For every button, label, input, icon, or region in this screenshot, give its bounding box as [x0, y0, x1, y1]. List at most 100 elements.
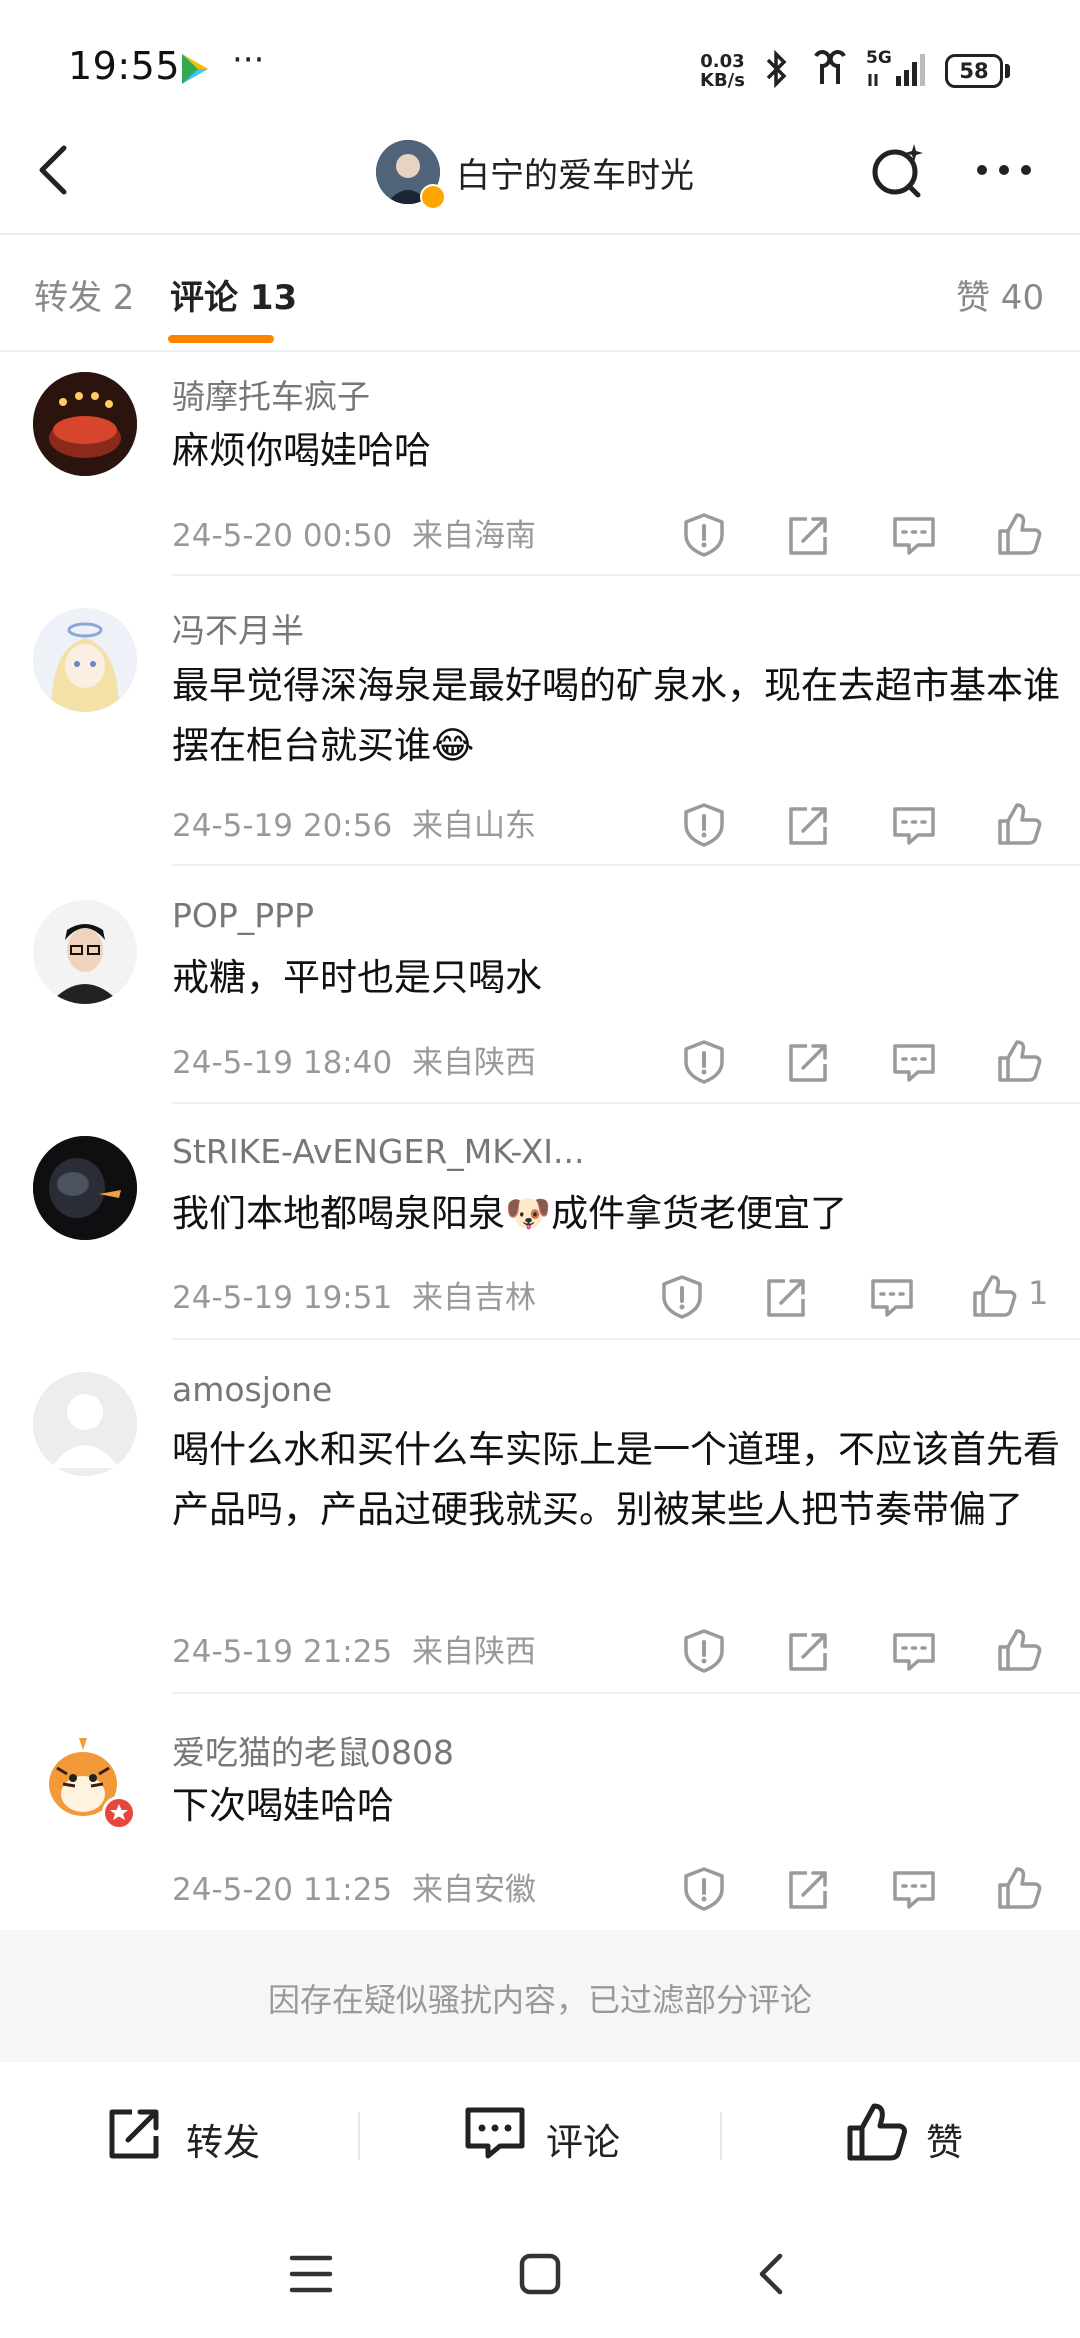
reply-icon[interactable]	[890, 801, 938, 849]
share-icon[interactable]	[785, 1038, 833, 1086]
toolbar-divider	[720, 2112, 722, 2160]
notification-more: ···	[232, 40, 265, 80]
report-icon[interactable]	[680, 801, 728, 849]
commenter-name[interactable]: amosjone	[172, 1370, 332, 1409]
commenter-name[interactable]: 爱吃猫的老鼠0808	[172, 1726, 454, 1774]
comment-date: 24-5-19 18:40	[172, 1045, 393, 1081]
like-icon[interactable]	[995, 1038, 1043, 1086]
commenter-name[interactable]: POP_PPP	[172, 896, 314, 935]
share-icon[interactable]	[785, 801, 833, 849]
status-time: 19:55	[68, 44, 181, 88]
comment-location: 来自海南	[412, 518, 537, 554]
comment-date: 24-5-19 19:51	[172, 1280, 393, 1316]
back-nav-icon[interactable]	[752, 2250, 792, 2298]
verified-badge-icon	[420, 184, 446, 210]
member-badge-icon	[102, 1796, 136, 1830]
like-label: 赞	[926, 2121, 963, 2164]
back-icon[interactable]	[30, 140, 80, 200]
net-speed: 0.03 KB/s	[700, 52, 745, 90]
tab-repost[interactable]: 转发 2	[34, 270, 134, 319]
comment-date: 24-5-20 11:25	[172, 1872, 393, 1908]
repost-icon	[109, 2109, 159, 2159]
comment-icon	[465, 2107, 525, 2159]
commenter-avatar[interactable]	[33, 608, 137, 712]
status-bar: 19:55 ··· 0.03 KB/s 5G 58	[0, 0, 1080, 130]
report-icon[interactable]	[680, 1038, 728, 1086]
comment-text: 喝什么水和买什么车实际上是一个道理，不应该首先看产品吗，产品过硬我就买。别被某些…	[172, 1428, 1060, 1531]
comment-meta: 24-5-20 00:50 来自海南	[172, 510, 536, 555]
comment-date: 24-5-19 20:56	[172, 808, 393, 844]
battery-icon: 58	[945, 54, 1003, 88]
report-icon[interactable]	[680, 1865, 728, 1913]
comment-button[interactable]: 评论	[462, 2100, 642, 2170]
play-store-icon	[180, 52, 210, 86]
comment-text: 我们本地都喝泉阳泉🐶成件拿货老便宜了	[172, 1192, 848, 1235]
tab-likes[interactable]: 赞 40	[956, 270, 1044, 319]
like-count: 1	[1028, 1274, 1049, 1312]
comment-divider	[172, 1338, 1080, 1340]
reply-icon[interactable]	[890, 1865, 938, 1913]
tabs-divider	[0, 350, 1080, 352]
comment-divider	[172, 574, 1080, 576]
home-icon[interactable]	[518, 2252, 562, 2296]
comment-text: 最早觉得深海泉是最好喝的矿泉水，现在去超市基本谁摆在柜台就买谁😂	[172, 664, 1060, 767]
comment-location: 来自安徽	[412, 1872, 537, 1908]
comment-text: 戒糖，平时也是只喝水	[172, 956, 542, 999]
comment-meta: 24-5-19 20:56 来自山东	[172, 800, 536, 845]
reply-icon[interactable]	[890, 1627, 938, 1675]
like-icon[interactable]	[995, 1865, 1043, 1913]
comment-date: 24-5-19 21:25	[172, 1634, 393, 1670]
commenter-name[interactable]: 骑摩托车疯子	[172, 370, 370, 418]
like-icon	[847, 2103, 907, 2161]
share-icon[interactable]	[785, 1627, 833, 1675]
like-icon[interactable]	[970, 1273, 1018, 1321]
more-icon[interactable]	[972, 150, 1036, 190]
page-title: 白宁的爱车时光	[456, 156, 694, 196]
share-icon[interactable]	[763, 1273, 811, 1321]
report-icon[interactable]	[680, 511, 728, 559]
comment-location: 来自山东	[412, 808, 537, 844]
comment-location: 来自陕西	[412, 1634, 537, 1670]
comment-location: 来自陕西	[412, 1045, 537, 1081]
share-icon[interactable]	[785, 511, 833, 559]
reply-icon[interactable]	[868, 1273, 916, 1321]
reply-icon[interactable]	[890, 511, 938, 559]
commenter-name[interactable]: StRIKE-AvENGER_MK-XI...	[172, 1132, 585, 1171]
comment-meta: 24-5-19 21:25 来自陕西	[172, 1626, 536, 1671]
tab-indicator	[168, 335, 274, 343]
filter-note: 因存在疑似骚扰内容，已过滤部分评论	[267, 1981, 812, 2019]
commenter-avatar[interactable]	[33, 1136, 137, 1240]
comment-text: 麻烦你喝娃哈哈	[172, 429, 431, 472]
comment-divider	[172, 1102, 1080, 1104]
like-icon[interactable]	[995, 801, 1043, 849]
repost-label: 转发	[186, 2121, 260, 2164]
report-icon[interactable]	[658, 1273, 706, 1321]
report-icon[interactable]	[680, 1627, 728, 1675]
commenter-avatar[interactable]	[33, 1372, 137, 1476]
reply-icon[interactable]	[890, 1038, 938, 1086]
signal-label: 5G	[866, 48, 892, 68]
header-divider	[0, 233, 1080, 235]
battery-tip	[1005, 64, 1010, 78]
menu-icon[interactable]	[288, 2252, 334, 2296]
like-icon[interactable]	[995, 511, 1043, 559]
share-icon[interactable]	[785, 1865, 833, 1913]
comment-divider	[172, 864, 1080, 866]
commenter-name[interactable]: 冯不月半	[172, 604, 304, 652]
comment-text: 下次喝娃哈哈	[172, 1784, 394, 1827]
earbuds-icon	[808, 50, 852, 92]
net-speed-unit: KB/s	[700, 70, 745, 91]
comment-meta: 24-5-19 18:40 来自陕西	[172, 1037, 536, 1082]
commenter-avatar[interactable]	[33, 372, 137, 476]
commenter-avatar[interactable]	[33, 900, 137, 1004]
search-icon[interactable]	[866, 138, 930, 202]
net-speed-value: 0.03	[700, 51, 745, 72]
comment-meta: 24-5-19 19:51 来自吉林	[172, 1272, 536, 1317]
comment-date: 24-5-20 00:50	[172, 518, 393, 554]
repost-button[interactable]: 转发	[102, 2100, 282, 2170]
comment-location: 来自吉林	[412, 1280, 537, 1316]
tab-comments[interactable]: 评论 13	[170, 270, 297, 319]
like-icon[interactable]	[995, 1627, 1043, 1675]
like-button[interactable]: 赞	[844, 2100, 1004, 2170]
bluetooth-icon	[762, 49, 792, 92]
